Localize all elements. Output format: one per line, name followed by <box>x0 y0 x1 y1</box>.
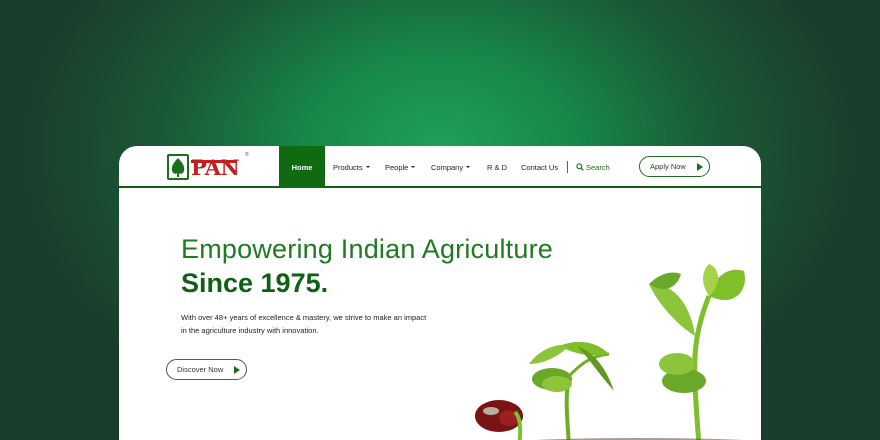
hero-subtitle: Since 1975. <box>181 268 329 298</box>
logo-text: PAN <box>191 154 240 180</box>
pan-logo[interactable]: PAN ® <box>167 152 249 182</box>
nav-people-label: People <box>385 162 409 172</box>
nav-company[interactable]: Company <box>431 146 471 188</box>
chevron-down-icon <box>466 166 471 168</box>
search-label: Search <box>586 162 610 172</box>
registered-mark: ® <box>245 152 249 158</box>
nav-products-label: Products <box>333 162 363 172</box>
play-icon <box>697 163 703 171</box>
logo-wordmark: PAN <box>191 154 240 180</box>
chevron-down-icon <box>365 166 370 168</box>
search-link[interactable]: Search <box>576 146 610 188</box>
website-card: PAN ® Home Products People Company R & D… <box>119 146 761 440</box>
navbar: PAN ® Home Products People Company R & D… <box>119 146 761 188</box>
nav-home[interactable]: Home <box>279 146 325 188</box>
seedlings-illustration <box>475 264 745 440</box>
search-icon <box>576 163 584 171</box>
nav-products[interactable]: Products <box>333 146 370 188</box>
nav-contact[interactable]: Contact Us <box>521 146 558 188</box>
apply-now-label: Apply Now <box>650 162 686 171</box>
nav-divider <box>567 161 568 173</box>
apply-now-button[interactable]: Apply Now <box>639 156 710 177</box>
play-icon <box>234 366 240 374</box>
nav-people[interactable]: People <box>385 146 416 188</box>
nav-company-label: Company <box>431 162 464 172</box>
nav-rnd[interactable]: R & D <box>487 146 507 188</box>
chevron-down-icon <box>411 166 416 168</box>
hero-description: With over 48+ years of excellence & mast… <box>181 313 427 335</box>
discover-now-label: Discover Now <box>177 365 224 374</box>
leaf-emblem-icon <box>167 154 189 180</box>
discover-now-button[interactable]: Discover Now <box>166 359 247 380</box>
